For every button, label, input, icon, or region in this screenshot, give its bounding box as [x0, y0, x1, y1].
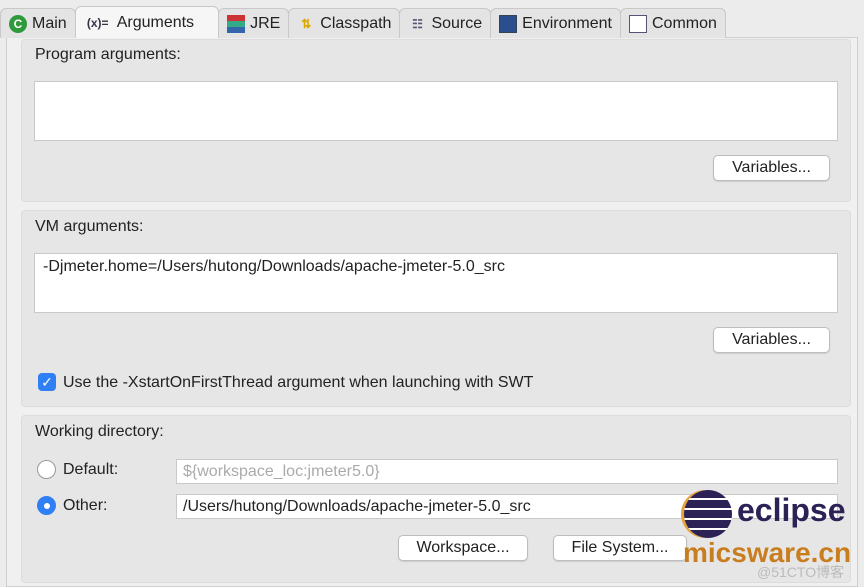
tab-label: Classpath [320, 14, 392, 32]
tab-main[interactable]: C Main [0, 8, 76, 38]
eclipse-logo [684, 490, 732, 538]
tab-bar: C Main (x)= Arguments JRE ⇅ Classpath ☷ Sour… [0, 6, 726, 38]
source-icon: ☷ [412, 16, 423, 31]
other-radio[interactable] [37, 496, 56, 515]
tab-label: JRE [250, 14, 281, 32]
default-radio[interactable] [37, 460, 56, 479]
other-radio-label: Other: [63, 497, 108, 514]
workspace-button[interactable]: Workspace... [398, 535, 528, 561]
eclipse-logo-text: eclipse [737, 492, 846, 528]
tab-label: Common [651, 14, 717, 32]
xstart-checkbox[interactable]: ✓ [38, 373, 56, 391]
working-directory-label: Working directory: [35, 423, 164, 440]
environment-icon [499, 14, 518, 33]
vm-arguments-label: VM arguments: [35, 218, 144, 235]
default-radio-label: Default: [63, 461, 119, 478]
vm-variables-button[interactable]: Variables... [713, 327, 830, 353]
tab-classpath[interactable]: ⇅ Classpath [288, 8, 401, 38]
tab-label: Environment [522, 14, 612, 32]
program-arguments-label: Program arguments: [35, 46, 181, 63]
tab-jre[interactable]: JRE [218, 8, 290, 38]
tab-label: Main [32, 14, 67, 32]
program-variables-button[interactable]: Variables... [713, 155, 830, 181]
tab-arguments[interactable]: (x)= Arguments [74, 6, 220, 38]
program-arguments-input[interactable] [34, 81, 838, 141]
tab-source[interactable]: ☷ Source [399, 8, 492, 38]
watermark-credit: @51CTO博客 [757, 564, 845, 580]
tab-label: Source [431, 14, 483, 32]
tab-label: Arguments [116, 13, 195, 31]
tab-common[interactable]: Common [619, 8, 726, 38]
xstart-checkbox-label: Use the -XstartOnFirstThread argument wh… [63, 374, 534, 391]
file-system-button[interactable]: File System... [553, 535, 687, 561]
classpath-icon: ⇅ [301, 16, 312, 31]
arguments-x-icon: (x)= [86, 15, 109, 30]
tab-environment[interactable]: Environment [490, 8, 621, 38]
default-directory-input: ${workspace_loc:jmeter5.0} [176, 459, 838, 484]
vm-arguments-input[interactable]: -Djmeter.home=/Users/hutong/Downloads/ap… [34, 253, 838, 313]
jre-books-icon [227, 14, 246, 33]
common-icon [628, 14, 647, 33]
main-c-icon: C [9, 14, 27, 33]
